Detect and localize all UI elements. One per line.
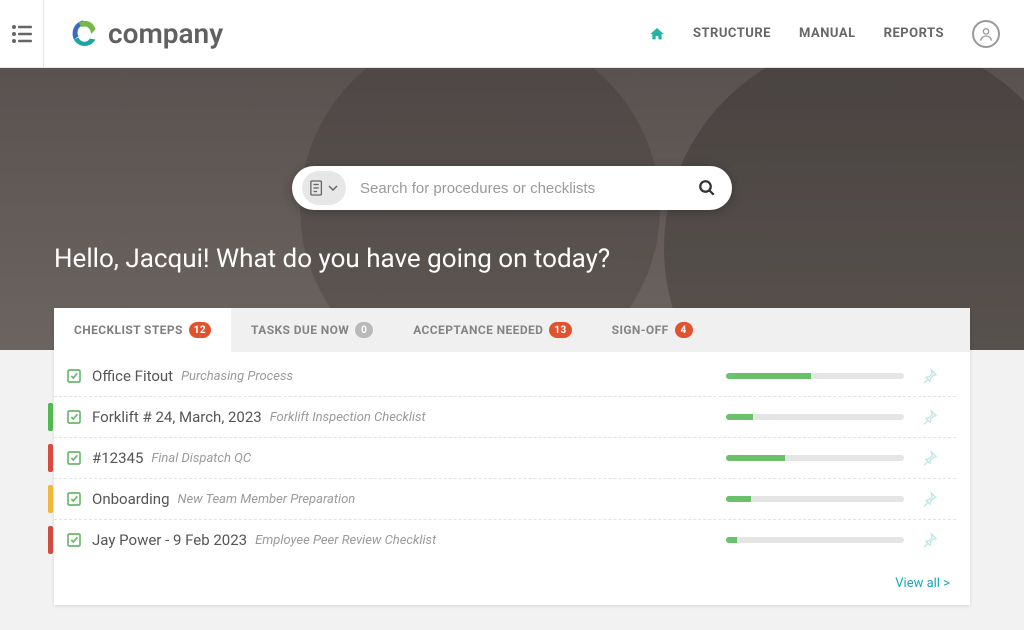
list-item[interactable]: Office Fitout Purchasing Process	[54, 356, 956, 397]
pin-icon[interactable]	[922, 532, 938, 548]
status-accent	[48, 444, 53, 472]
brand-name: company	[108, 17, 223, 50]
search-button[interactable]	[688, 179, 726, 197]
chevron-down-icon	[328, 185, 338, 191]
status-accent	[48, 403, 53, 431]
item-title: Onboarding	[92, 490, 170, 508]
pin-icon[interactable]	[922, 450, 938, 466]
checklist-icon	[66, 491, 82, 507]
progress-fill	[726, 537, 737, 543]
search-input[interactable]	[346, 180, 688, 197]
item-subtitle: Forklift Inspection Checklist	[270, 410, 426, 425]
greeting: Hello, Jacqui! What do you have going on…	[54, 244, 610, 274]
item-subtitle: Employee Peer Review Checklist	[255, 533, 436, 548]
nav-right: STRUCTURE MANUAL REPORTS	[649, 20, 1024, 48]
nav-manual[interactable]: MANUAL	[799, 26, 856, 41]
menu-toggle-button[interactable]	[0, 0, 44, 68]
pin-icon[interactable]	[922, 409, 938, 425]
progress-bar	[726, 496, 904, 502]
progress-fill	[726, 414, 753, 420]
view-all-wrap: View all >	[54, 568, 970, 605]
view-all-link[interactable]: View all >	[895, 576, 950, 591]
logo-icon	[66, 17, 100, 51]
progress-bar	[726, 455, 904, 461]
item-subtitle: Final Dispatch QC	[151, 451, 251, 466]
item-title: Jay Power - 9 Feb 2023	[92, 531, 247, 549]
item-title: Forklift # 24, March, 2023	[92, 408, 262, 426]
checklist-list: Office Fitout Purchasing Process Forklift …	[54, 352, 970, 568]
progress-fill	[726, 496, 751, 502]
list-item[interactable]: Forklift # 24, March, 2023 Forklift Inspe…	[54, 397, 956, 438]
user-icon	[978, 26, 994, 42]
item-title: #12345	[92, 449, 143, 467]
item-title: Office Fitout	[92, 367, 173, 385]
status-accent	[48, 485, 53, 513]
search-type-dropdown[interactable]	[302, 171, 346, 205]
checklist-icon	[66, 409, 82, 425]
progress-bar	[726, 373, 904, 379]
item-subtitle: New Team Member Preparation	[178, 492, 356, 507]
main-panel: CHECKLIST STEPS12TASKS DUE NOW0ACCEPTANC…	[54, 308, 970, 605]
status-accent	[48, 526, 53, 554]
home-icon	[649, 26, 665, 42]
progress-bar	[726, 537, 904, 543]
pin-icon[interactable]	[922, 491, 938, 507]
item-subtitle: Purchasing Process	[181, 369, 293, 384]
progress-bar	[726, 414, 904, 420]
nav-reports[interactable]: REPORTS	[884, 26, 944, 41]
list-icon	[12, 25, 32, 43]
user-avatar[interactable]	[972, 20, 1000, 48]
pin-icon[interactable]	[922, 368, 938, 384]
progress-fill	[726, 373, 811, 379]
checklist-icon	[66, 450, 82, 466]
search-icon	[698, 179, 716, 197]
search-bar	[292, 166, 732, 210]
brand[interactable]: company	[44, 17, 223, 51]
checklist-icon	[66, 532, 82, 548]
list-item[interactable]: Onboarding New Team Member Preparation	[54, 479, 956, 520]
topbar: company STRUCTURE MANUAL REPORTS	[0, 0, 1024, 68]
list-item[interactable]: Jay Power - 9 Feb 2023 Employee Peer Revi…	[54, 520, 956, 560]
checklist-icon	[66, 368, 82, 384]
progress-fill	[726, 455, 785, 461]
home-link[interactable]	[649, 26, 665, 42]
nav-structure[interactable]: STRUCTURE	[693, 26, 771, 41]
hero: Hello, Jacqui! What do you have going on…	[0, 68, 1024, 350]
document-icon	[310, 180, 324, 196]
list-item[interactable]: #12345 Final Dispatch QC	[54, 438, 956, 479]
